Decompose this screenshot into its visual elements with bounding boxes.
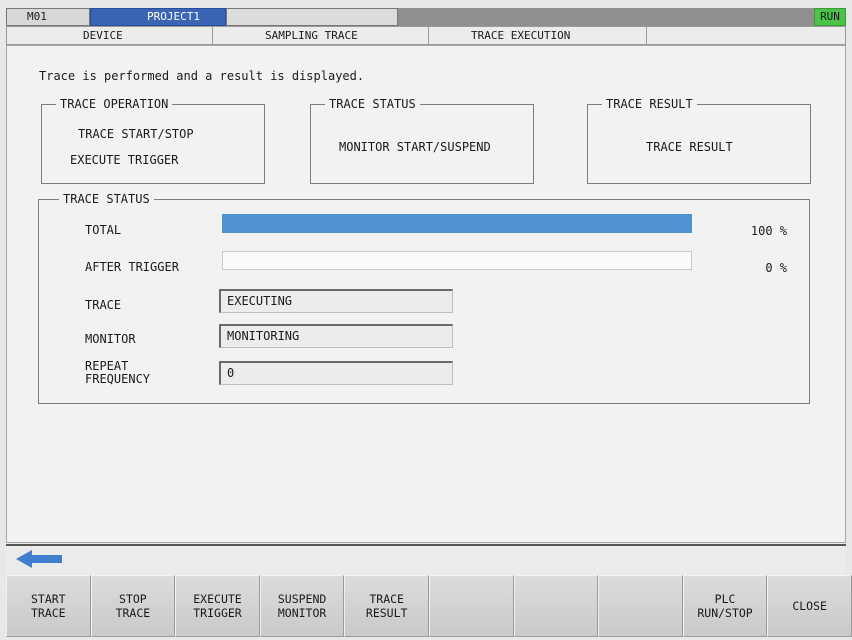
frequency-label: FREQUENCY: [85, 372, 151, 386]
total-progress-bar: [222, 214, 692, 233]
page-description: Trace is performed and a result is displ…: [39, 69, 365, 83]
trace-result-group: TRACE RESULT TRACE RESULT: [587, 97, 811, 184]
start-trace-button[interactable]: START TRACE: [6, 575, 91, 637]
function-key-8[interactable]: [598, 575, 683, 637]
breadcrumb-empty: [647, 27, 845, 44]
project-name: PROJECT1: [90, 8, 226, 26]
trace-result-title: TRACE RESULT: [602, 97, 697, 111]
total-label: TOTAL: [85, 223, 122, 237]
run-status-badge: RUN: [814, 8, 846, 26]
execute-trigger-text: EXECUTE TRIGGER: [70, 153, 179, 167]
trace-operation-title: TRACE OPERATION: [56, 97, 173, 111]
trace-start-stop-text: TRACE START/STOP: [78, 127, 194, 141]
station-number: M01: [6, 8, 90, 26]
repeat-frequency-field: 0: [219, 361, 453, 385]
status-blank: [226, 8, 398, 26]
trace-result-button[interactable]: TRACE RESULT: [344, 575, 429, 637]
suspend-monitor-button[interactable]: SUSPEND MONITOR: [259, 575, 345, 637]
trace-result-text: TRACE RESULT: [646, 140, 733, 154]
function-key-6[interactable]: [428, 575, 514, 637]
navigation-strip: [6, 544, 846, 574]
function-key-bar: START TRACE STOP TRACE EXECUTE TRIGGER S…: [6, 575, 852, 637]
total-percent: 100 %: [750, 224, 787, 238]
plc-run-stop-button[interactable]: PLC RUN/STOP: [682, 575, 768, 637]
status-bar: M01 PROJECT1 RUN: [6, 8, 846, 26]
after-trigger-progress-bar: [222, 251, 692, 270]
monitor-label: MONITOR: [85, 332, 136, 346]
trace-status-box-title: TRACE STATUS: [325, 97, 420, 111]
screen: M01 PROJECT1 RUN DEVICE SAMPLING TRACE T…: [0, 0, 852, 640]
main-panel: Trace is performed and a result is displ…: [6, 45, 846, 543]
breadcrumb-device[interactable]: DEVICE: [7, 27, 213, 44]
breadcrumb: DEVICE SAMPLING TRACE TRACE EXECUTION: [6, 26, 846, 45]
trace-label: TRACE: [85, 298, 122, 312]
trace-operation-group: TRACE OPERATION TRACE START/STOP EXECUTE…: [41, 97, 265, 184]
after-trigger-percent: 0 %: [765, 261, 787, 275]
trace-status-group: TRACE STATUS TOTAL 100 % AFTER TRIGGER 0…: [38, 192, 810, 404]
breadcrumb-trace-execution: TRACE EXECUTION: [429, 27, 647, 44]
trace-status-title: TRACE STATUS: [59, 192, 154, 206]
monitor-state-field: MONITORING: [219, 324, 453, 348]
function-key-7[interactable]: [513, 575, 599, 637]
trace-status-box: TRACE STATUS MONITOR START/SUSPEND: [310, 97, 534, 184]
left-arrow-icon[interactable]: [16, 550, 62, 568]
stop-trace-button[interactable]: STOP TRACE: [90, 575, 176, 637]
monitor-start-suspend-text: MONITOR START/SUSPEND: [339, 140, 491, 154]
trace-state-field: EXECUTING: [219, 289, 453, 313]
breadcrumb-sampling-trace[interactable]: SAMPLING TRACE: [213, 27, 429, 44]
execute-trigger-button[interactable]: EXECUTE TRIGGER: [175, 575, 260, 637]
status-fill: [398, 8, 814, 26]
close-button[interactable]: CLOSE: [767, 575, 852, 637]
after-trigger-label: AFTER TRIGGER: [85, 260, 179, 274]
